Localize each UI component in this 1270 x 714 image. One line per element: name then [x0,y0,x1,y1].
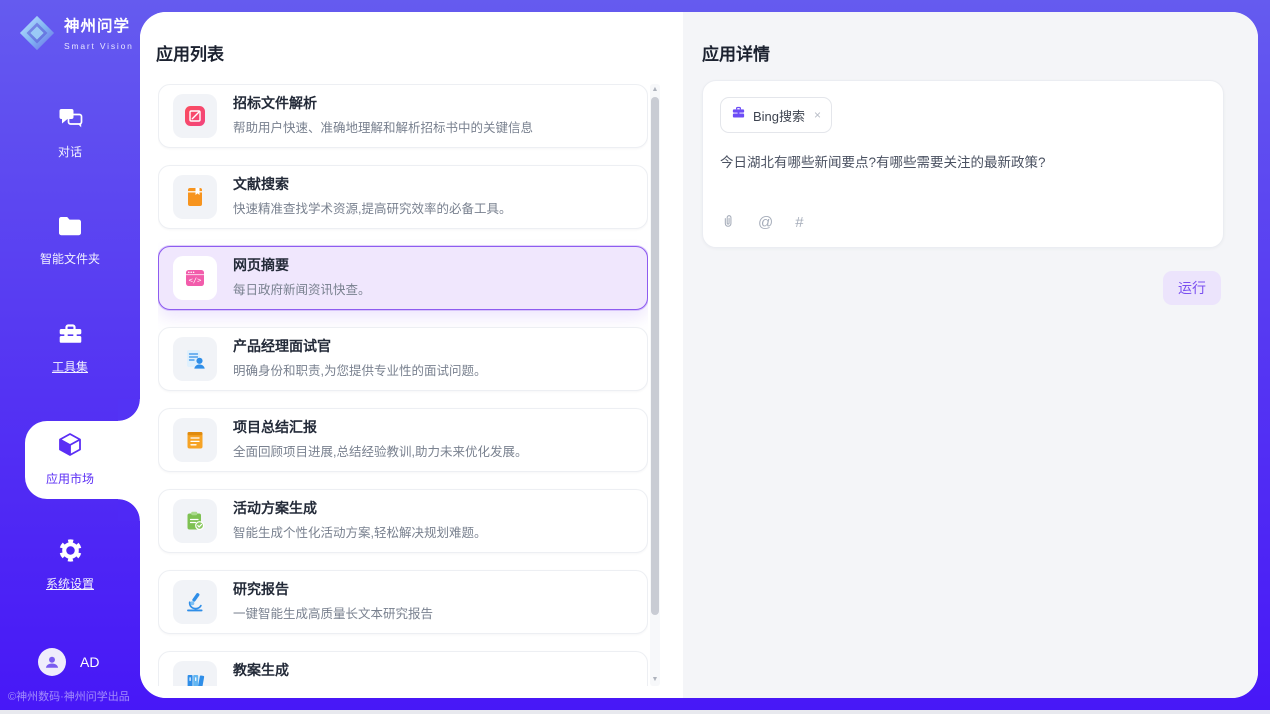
app-card[interactable]: 项目总结汇报全面回顾项目进展,总结经验教训,助力未来优化发展。 [158,408,648,472]
app-card[interactable]: 教案生成模板驱动,教案秒成,教学准备从此轻松快捷 [158,651,648,686]
app-card[interactable]: 招标文件解析帮助用户快速、准确地理解和解析招标书中的关键信息 [158,84,648,148]
app-card-title: 招标文件解析 [233,96,533,110]
app-card[interactable]: 产品经理面试官明确身份和职责,为您提供专业性的面试问题。 [158,327,648,391]
sidebar-item-settings[interactable]: 系统设置 [0,537,140,592]
summary-notepad-icon [173,418,217,462]
sidebar: 神州问学 Smart Vision 对话智能文件夹工具集应用市场系统设置 AD … [0,0,140,710]
app-list-title: 应用列表 [156,40,224,65]
svg-text:</>: </> [189,277,202,285]
query-card: Bing搜索 × 今日湖北有哪些新闻要点?有哪些需要关注的最新政策? @ # [702,80,1224,248]
bid-document-icon [173,94,217,138]
app-card-description: 全面回顾项目进展,总结经验教训,助力未来优化发展。 [233,441,527,460]
app-detail-panel: 应用详情 Bing搜索 × 今日湖北有哪些新闻要点?有哪些需要关注的最新政策? [683,12,1258,698]
gear-icon [57,537,84,567]
mention-icon[interactable]: @ [758,215,773,231]
brand-name: 神州问学 [64,18,130,35]
interviewer-document-icon [173,337,217,381]
scroll-down-icon[interactable]: ▼ [650,675,660,685]
tool-tag-bing-search[interactable]: Bing搜索 × [720,97,832,133]
app-card-description: 智能生成个性化活动方案,轻松解决规划难题。 [233,522,486,541]
app-card-title: 项目总结汇报 [233,420,527,434]
app-card-title: 教案生成 [233,663,465,677]
paperclip-icon[interactable] [720,213,736,233]
scroll-up-icon[interactable]: ▲ [650,85,660,95]
app-card[interactable]: </> 网页摘要每日政府新闻资讯快查。 [158,246,648,310]
sidebar-item-toolset[interactable]: 工具集 [0,322,140,375]
app-card-title: 网页摘要 [233,258,371,272]
tool-tag-label: Bing搜索 [753,106,805,125]
sidebar-item-label: 系统设置 [0,575,140,592]
sidebar-item-label: 应用市场 [0,470,140,487]
webpage-code-icon: </> [173,256,217,300]
sidebar-item-label: 工具集 [0,358,140,375]
main-content: 应用列表 招标文件解析帮助用户快速、准确地理解和解析招标书中的关键信息文献搜索快… [140,12,1258,698]
tag-close-icon[interactable]: × [814,108,821,122]
run-button[interactable]: 运行 [1163,271,1221,305]
sidebar-item-chat[interactable]: 对话 [0,106,140,160]
user-account[interactable]: AD [38,648,99,676]
brand-logo: 神州问学 Smart Vision [18,14,134,57]
toolbox-icon [56,322,85,352]
app-card-description: 模板驱动,教案秒成,教学准备从此轻松快捷 [233,684,465,686]
research-microscope-icon [173,580,217,624]
input-toolbar: @ # [720,213,804,233]
app-card-description: 帮助用户快速、准确地理解和解析招标书中的关键信息 [233,117,533,136]
app-list-panel: 应用列表 招标文件解析帮助用户快速、准确地理解和解析招标书中的关键信息文献搜索快… [140,12,683,698]
app-list: 招标文件解析帮助用户快速、准确地理解和解析招标书中的关键信息文献搜索快速精准查找… [158,84,648,686]
sidebar-item-app-market[interactable]: 应用市场 [0,430,140,487]
list-scrollbar[interactable]: ▲ ▼ [650,84,660,686]
copyright-footer: ©神州数码·神州问学出品 [8,688,130,704]
hash-icon[interactable]: # [795,215,803,231]
pill-curve-bottom [118,499,140,521]
app-card-description: 每日政府新闻资讯快查。 [233,279,371,298]
window-bottom-edge [0,710,1270,714]
app-detail-title: 应用详情 [702,40,770,65]
chat-icon [56,106,85,136]
app-card-title: 产品经理面试官 [233,339,486,353]
app-card-title: 活动方案生成 [233,501,486,515]
sidebar-item-label: 智能文件夹 [0,250,140,267]
cube-icon [56,430,84,460]
event-clipboard-icon [173,499,217,543]
app-card[interactable]: 文献搜索快速精准查找学术资源,提高研究效率的必备工具。 [158,165,648,229]
pill-curve-top [118,399,140,421]
app-card[interactable]: 活动方案生成智能生成个性化活动方案,轻松解决规划难题。 [158,489,648,553]
app-card[interactable]: 研究报告一键智能生成高质量长文本研究报告 [158,570,648,634]
diamond-logo-icon [18,14,56,57]
user-avatar-icon [38,648,66,676]
app-card-title: 研究报告 [233,582,433,596]
app-card-description: 一键智能生成高质量长文本研究报告 [233,603,433,622]
sidebar-item-smart-folder[interactable]: 智能文件夹 [0,214,140,267]
literature-book-icon [173,175,217,219]
app-card-description: 明确身份和职责,为您提供专业性的面试问题。 [233,360,486,379]
query-text[interactable]: 今日湖北有哪些新闻要点?有哪些需要关注的最新政策? [720,153,1206,173]
sidebar-item-label: 对话 [0,143,140,160]
folder-icon [56,214,84,244]
briefcase-icon [731,105,746,125]
scrollbar-thumb[interactable] [651,97,659,615]
app-card-description: 快速精准查找学术资源,提高研究效率的必备工具。 [233,198,511,217]
lesson-books-icon [173,661,217,686]
user-name: AD [80,654,99,670]
brand-tagline: Smart Vision [64,41,134,51]
app-card-title: 文献搜索 [233,177,511,191]
